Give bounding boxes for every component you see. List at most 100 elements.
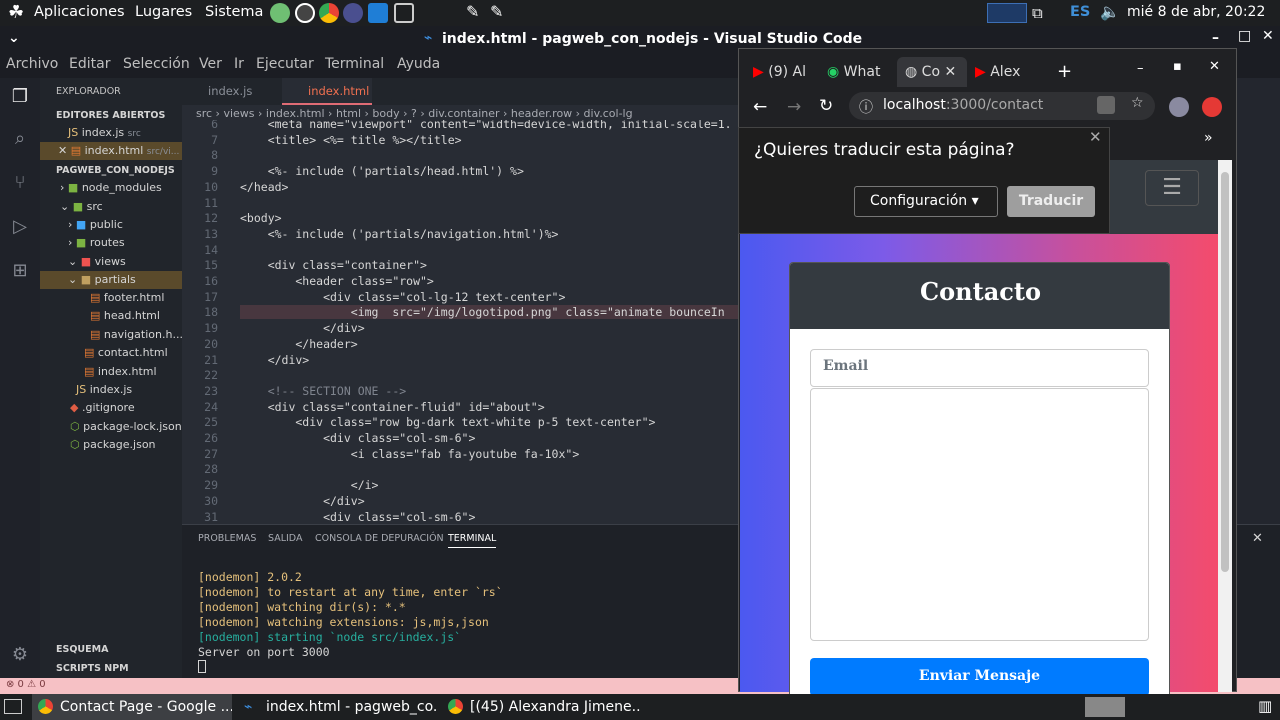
message-textarea[interactable]: [810, 388, 1149, 641]
tab-output[interactable]: SALIDA: [268, 533, 302, 544]
scrollbar-thumb[interactable]: [1221, 172, 1229, 572]
project-header[interactable]: PAGWEB_CON_NODEJS: [56, 165, 175, 176]
reload-icon[interactable]: ↻: [819, 96, 833, 116]
menu-ir[interactable]: Ir: [234, 56, 244, 72]
chevron-down-icon[interactable]: ⌄: [8, 30, 20, 46]
tab-problems[interactable]: PROBLEMAS: [198, 533, 256, 544]
address-bar[interactable]: ⓘ localhost:3000/contact ☆: [849, 92, 1155, 120]
tree-navigation-html[interactable]: ▤ navigation.h...: [40, 326, 182, 344]
outline-header[interactable]: ESQUEMA: [56, 644, 108, 655]
volume-icon[interactable]: 🔈: [1100, 2, 1120, 21]
menu-seleccion[interactable]: Selección: [123, 56, 190, 72]
tree-src[interactable]: ⌄ ■ src: [40, 198, 182, 216]
menu-ver[interactable]: Ver: [199, 56, 222, 72]
menu-terminal[interactable]: Terminal: [325, 56, 384, 72]
translate-button[interactable]: Traducir: [1007, 186, 1095, 217]
network-icon[interactable]: ⧉: [1032, 4, 1043, 22]
menu-editar[interactable]: Editar: [69, 56, 110, 72]
menu-ejecutar[interactable]: Ejecutar: [256, 56, 314, 72]
pen-icon-2[interactable]: ✎: [490, 2, 503, 21]
tab-whatsapp[interactable]: ◉ What: [827, 57, 891, 87]
open-editors-header[interactable]: EDITORES ABIERTOS: [56, 110, 165, 121]
tree-contact-html[interactable]: ▤ contact.html: [40, 344, 182, 362]
system-monitor-icon[interactable]: [987, 3, 1027, 23]
trash-icon[interactable]: ▥: [1258, 697, 1272, 715]
run-debug-icon[interactable]: ▷: [8, 216, 32, 240]
show-desktop-icon[interactable]: [4, 699, 22, 714]
send-message-button[interactable]: Enviar Mensaje: [810, 658, 1149, 696]
explorer-icon[interactable]: ❐: [8, 86, 32, 110]
problems-status[interactable]: ⊗ 0 ⚠ 0: [6, 679, 46, 690]
tree-head-html[interactable]: ▤ head.html: [40, 307, 182, 325]
email-field[interactable]: Email: [810, 349, 1149, 387]
bookmarks-overflow[interactable]: »: [1204, 130, 1213, 146]
bookmark-star-icon[interactable]: ☆: [1131, 95, 1144, 111]
tree-partials[interactable]: ⌄ ■ partials: [40, 271, 182, 289]
tab-contact[interactable]: ◍ Co ✕: [897, 57, 967, 87]
pen-icon[interactable]: ✎: [466, 2, 479, 21]
back-icon[interactable]: ←: [753, 97, 767, 117]
tree-package-lock[interactable]: ⬡ package-lock.json: [40, 418, 182, 436]
task-chrome[interactable]: Contact Page - Google ...: [32, 694, 232, 720]
ubuntu-icon[interactable]: [295, 3, 315, 23]
tab-debug-console[interactable]: CONSOLA DE DEPURACIÓN: [315, 533, 444, 544]
extension-icon[interactable]: [1202, 97, 1222, 117]
places-menu[interactable]: Lugares: [135, 4, 192, 20]
system-menu[interactable]: Sistema: [205, 4, 263, 20]
minimize-icon[interactable]: –: [1137, 61, 1144, 76]
task-youtube[interactable]: [(45) Alexandra Jimene...: [442, 694, 642, 720]
tree-footer-html[interactable]: ▤ footer.html: [40, 289, 182, 307]
tree-node-modules[interactable]: › ■ node_modules: [40, 179, 182, 197]
software-center-icon[interactable]: [270, 3, 290, 23]
workspace-switcher[interactable]: [1085, 697, 1125, 717]
vscode-launcher-icon[interactable]: [368, 3, 388, 23]
close-panel-icon[interactable]: ✕: [1252, 531, 1263, 546]
tab-terminal[interactable]: TERMINAL: [448, 533, 497, 548]
tree-index-html[interactable]: ▤ index.html: [40, 363, 182, 381]
new-tab-button[interactable]: +: [1057, 61, 1072, 82]
chrome-icon[interactable]: [319, 3, 339, 23]
close-icon[interactable]: ✕: [58, 144, 67, 157]
search-icon[interactable]: ⌕: [8, 128, 32, 152]
npm-scripts-header[interactable]: SCRIPTS NPM: [56, 663, 129, 674]
maximize-icon[interactable]: ▪: [1173, 59, 1182, 74]
tree-public[interactable]: › ■ public: [40, 216, 182, 234]
close-popup-icon[interactable]: ✕: [1089, 128, 1102, 146]
menu-ayuda[interactable]: Ayuda: [397, 56, 440, 72]
tab-youtube-2[interactable]: ▶ Alex: [975, 57, 1037, 87]
translate-settings-button[interactable]: Configuración ▾: [854, 186, 998, 217]
gear-icon[interactable]: ⚙: [8, 644, 32, 668]
close-icon[interactable]: ✕: [1209, 59, 1220, 74]
browser-icon[interactable]: [343, 3, 363, 23]
close-icon[interactable]: ✕: [1262, 28, 1274, 44]
extensions-icon[interactable]: ⊞: [8, 260, 32, 284]
tree-gitignore[interactable]: ◆ .gitignore: [40, 399, 182, 417]
translate-icon[interactable]: [1097, 96, 1115, 114]
code-editor[interactable]: 6 <meta name="viewport" content="width=d…: [182, 120, 738, 524]
minimize-icon[interactable]: –: [1212, 30, 1219, 46]
page-scrollbar[interactable]: [1218, 160, 1232, 692]
menu-archivo[interactable]: Archivo: [6, 56, 58, 72]
open-editor-index-js[interactable]: JS index.js src: [40, 124, 182, 142]
close-tab-icon[interactable]: ✕: [944, 64, 956, 80]
task-vscode[interactable]: ⌁ index.html - pagweb_co...: [238, 694, 438, 720]
tree-routes[interactable]: › ■ routes: [40, 234, 182, 252]
tab-youtube-1[interactable]: ▶ (9) Al: [753, 57, 819, 87]
tree-views[interactable]: ⌄ ■ views: [40, 253, 182, 271]
tree-index-js[interactable]: JS index.js: [40, 381, 182, 399]
clock[interactable]: mié 8 de abr, 20:22: [1127, 4, 1265, 20]
tree-package-json[interactable]: ⬡ package.json: [40, 436, 182, 454]
keyboard-layout[interactable]: ES: [1070, 4, 1090, 20]
tab-index-html[interactable]: index.html: [282, 78, 372, 105]
screenshot-tool-icon[interactable]: [394, 3, 414, 23]
terminal-output[interactable]: [nodemon] 2.0.2 [nodemon] to restart at …: [198, 570, 503, 673]
applications-menu[interactable]: Aplicaciones: [34, 4, 125, 20]
gnome-foot-icon[interactable]: ☘: [8, 2, 24, 23]
source-control-icon[interactable]: ⑂: [8, 172, 32, 196]
tab-index-js[interactable]: index.js: [182, 78, 274, 105]
open-editor-index-html[interactable]: ✕ ▤ index.html src/vi...: [40, 142, 182, 160]
profile-avatar[interactable]: [1169, 97, 1189, 117]
hamburger-menu-icon[interactable]: ☰: [1145, 170, 1199, 206]
maximize-icon[interactable]: □: [1238, 28, 1251, 44]
forward-icon[interactable]: →: [787, 97, 801, 117]
